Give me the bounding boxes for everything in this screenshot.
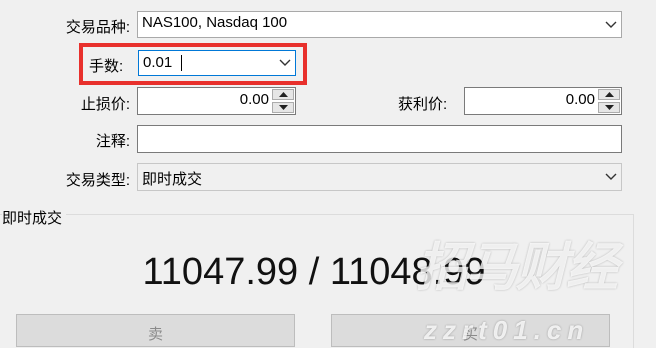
order-type-select[interactable]: 即时成交 xyxy=(137,163,622,191)
text-cursor xyxy=(181,55,182,71)
stoploss-label: 止损价: xyxy=(80,96,130,113)
sell-button[interactable]: 卖 xyxy=(16,314,295,347)
chevron-down-icon[interactable] xyxy=(601,164,621,190)
spin-up-icon[interactable] xyxy=(598,89,620,100)
stoploss-field[interactable]: 0.00 xyxy=(137,87,296,115)
spin-down-icon[interactable] xyxy=(598,102,620,113)
volume-label: 手数: xyxy=(89,58,124,75)
spin-down-icon[interactable] xyxy=(272,102,294,113)
symbol-label: 交易品种: xyxy=(65,19,130,36)
execution-group-label: 即时成交 xyxy=(2,207,67,228)
takeprofit-field[interactable]: 0.00 xyxy=(464,87,622,115)
symbol-value: NAS100, Nasdaq 100 xyxy=(142,14,288,31)
takeprofit-label: 获利价: xyxy=(398,96,448,113)
chevron-down-icon[interactable] xyxy=(275,51,295,75)
volume-value: 0.01 xyxy=(143,54,173,71)
sell-button-label: 卖 xyxy=(147,326,163,343)
symbol-select[interactable]: NAS100, Nasdaq 100 xyxy=(137,11,622,38)
price-display: 11047.99 / 11048.99 xyxy=(142,251,486,293)
spin-up-icon[interactable] xyxy=(272,89,294,100)
takeprofit-value: 0.00 xyxy=(565,91,595,108)
stoploss-value: 0.00 xyxy=(239,91,269,108)
volume-field[interactable]: 0.01 xyxy=(138,50,296,76)
comment-label: 注释: xyxy=(95,133,130,150)
buy-button-label: 买 xyxy=(462,326,478,343)
type-label: 交易类型: xyxy=(65,172,130,189)
buy-button[interactable]: 买 xyxy=(331,314,610,347)
order-type-value: 即时成交 xyxy=(142,171,203,188)
chevron-down-icon[interactable] xyxy=(601,12,621,37)
comment-input[interactable] xyxy=(137,125,622,153)
